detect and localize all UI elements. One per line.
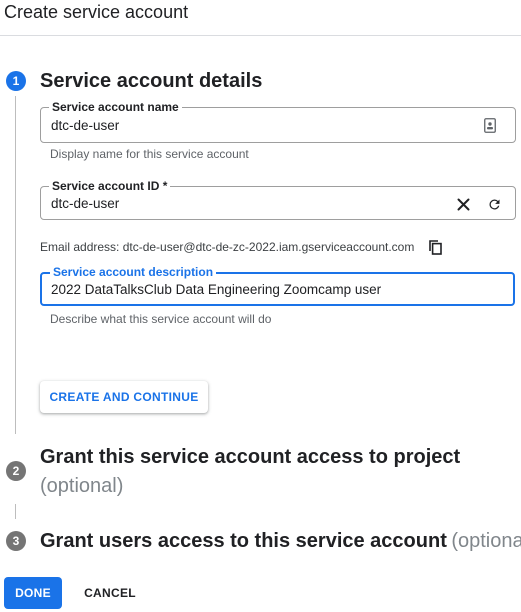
copy-icon[interactable] — [427, 239, 443, 255]
service-account-name-hint: Display name for this service account — [50, 147, 249, 161]
step-1-title: Service account details — [40, 70, 263, 92]
done-button[interactable]: DONE — [4, 577, 62, 609]
service-account-description-hint: Describe what this service account will … — [50, 312, 272, 326]
email-address: Email address: dtc-de-user@dtc-de-zc-202… — [40, 240, 415, 254]
service-account-id-label: Service account ID * — [49, 179, 171, 193]
step-3-title: Grant users access to this service accou… — [40, 530, 447, 552]
step-2-number: 2 — [6, 461, 26, 481]
service-account-name-input[interactable]: dtc-de-user — [51, 118, 119, 133]
badge-icon — [483, 117, 497, 133]
step-2-connector — [15, 504, 16, 519]
service-account-name-field[interactable]: Service account name dtc-de-user — [40, 100, 516, 143]
cancel-button[interactable]: CANCEL — [75, 577, 145, 609]
service-account-description-label: Service account description — [50, 265, 217, 279]
page-title: Create service account — [4, 2, 189, 22]
header-divider — [0, 35, 521, 36]
create-and-continue-button[interactable]: CREATE AND CONTINUE — [40, 381, 208, 413]
step-3-header[interactable]: Grant users access to this service accou… — [40, 530, 521, 553]
step-1-connector — [15, 96, 16, 434]
close-icon[interactable] — [455, 196, 471, 212]
service-account-id-input[interactable]: dtc-de-user — [51, 196, 119, 211]
step-3-optional: (optional) — [451, 530, 521, 552]
refresh-icon[interactable] — [485, 195, 503, 213]
step-2-title[interactable]: Grant this service account access to pro… — [40, 446, 460, 469]
service-account-id-field[interactable]: Service account ID * dtc-de-user — [40, 179, 516, 220]
service-account-description-input[interactable]: 2022 DataTalksClub Data Engineering Zoom… — [51, 282, 381, 297]
step-3-number: 3 — [6, 531, 26, 551]
step-2-optional: (optional) — [40, 475, 124, 497]
step-1-number: 1 — [6, 71, 26, 91]
service-account-name-label: Service account name — [49, 100, 182, 114]
service-account-description-field[interactable]: Service account description 2022 DataTal… — [40, 265, 515, 306]
